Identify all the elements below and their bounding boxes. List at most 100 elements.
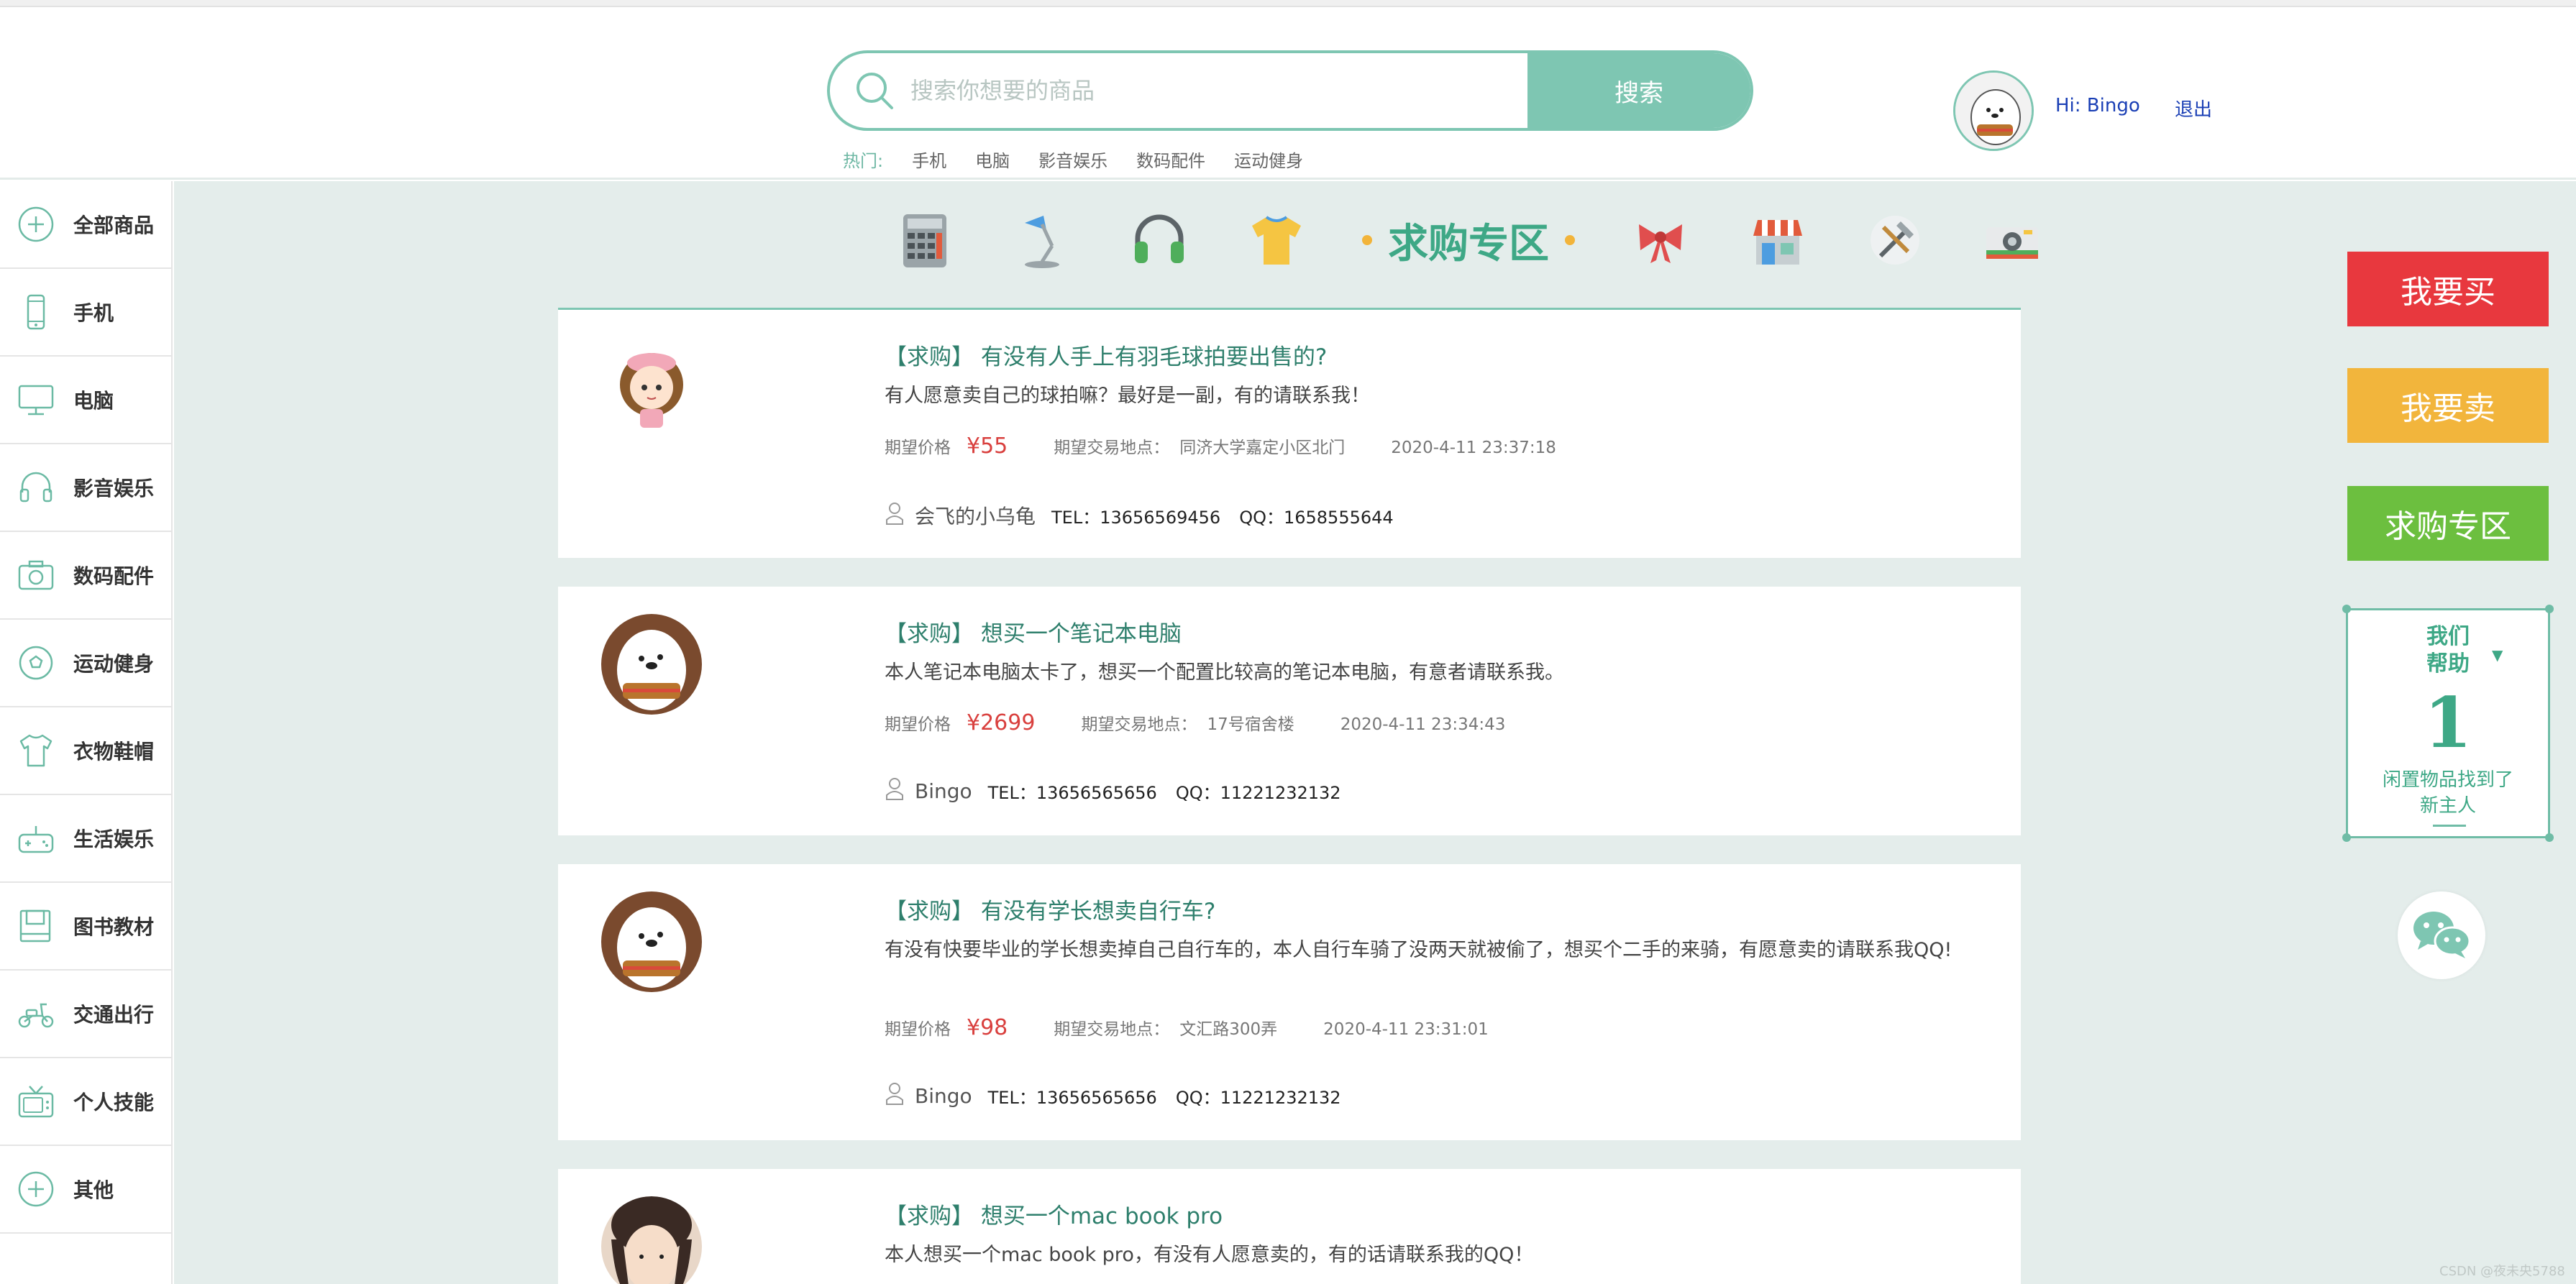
person-icon xyxy=(885,776,905,805)
buy-button[interactable]: 我要买 xyxy=(2347,252,2549,326)
hot-links: 热门: 手机 电脑 影音娱乐 数码配件 运动健身 xyxy=(843,147,1303,172)
sidebar-item-label: 个人技能 xyxy=(73,1091,155,1114)
user-avatar[interactable] xyxy=(1953,70,2034,151)
location-value: 文汇路300弄 xyxy=(1179,1020,1278,1039)
location-label: 期望交易地点： xyxy=(1054,1020,1170,1039)
sidebar-item-label: 衣物鞋帽 xyxy=(73,740,155,763)
poster-name[interactable]: Bingo xyxy=(915,779,972,803)
help-footer: 闲置物品找到了 新主人 xyxy=(2348,767,2548,819)
contact-qq: QQ：11221232132 xyxy=(1175,1087,1341,1108)
search-icon xyxy=(851,68,898,114)
post-title[interactable]: 【求购】 有没有学长想卖自行车? xyxy=(885,893,1215,925)
help-number: 1 xyxy=(2424,682,2472,763)
sidebar-item-label: 数码配件 xyxy=(73,564,155,588)
sidebar-item-label: 生活娱乐 xyxy=(73,827,155,851)
sidebar-item-clothing[interactable]: 衣物鞋帽 xyxy=(0,707,171,795)
contact-tel: TEL：13656565656 xyxy=(987,782,1157,803)
post-title-text: 想买一个mac book pro xyxy=(980,1203,1223,1229)
watermark-text: CSDN @夜未央5788 xyxy=(2439,1264,2565,1279)
request-card[interactable]: 【求购】 想买一个笔记本电脑 本人笔记本电脑太卡了，想买一个配置比较高的笔记本电… xyxy=(558,587,2021,835)
sidebar-item-accessories[interactable]: 数码配件 xyxy=(0,532,171,620)
post-title[interactable]: 【求购】 想买一个mac book pro xyxy=(885,1198,1223,1230)
sidebar-item-books[interactable]: 图书教材 xyxy=(0,883,171,971)
poster-avatar[interactable] xyxy=(601,891,702,992)
help-stat-box: 我们 帮助 ▼ 1 闲置物品找到了 新主人 xyxy=(2342,605,2554,842)
sidebar-item-all[interactable]: 全部商品 xyxy=(0,181,171,269)
poster-name[interactable]: 会飞的小乌龟 xyxy=(915,501,1036,530)
tshirt-icon[interactable] xyxy=(1245,208,1308,272)
hot-link-sports[interactable]: 运动健身 xyxy=(1234,147,1303,172)
help-underline xyxy=(2433,825,2466,827)
poster-avatar[interactable] xyxy=(601,614,702,715)
request-card[interactable]: 【求购】 有没有人手上有羽毛球拍要出售的? 有人愿意卖自己的球拍嘛？最好是一副，… xyxy=(558,308,2021,558)
search-input[interactable] xyxy=(898,53,1527,128)
want-zone-button[interactable]: 求购专区 xyxy=(2347,486,2549,561)
help-title-line2: 帮助 xyxy=(2426,651,2470,677)
calculator-icon[interactable] xyxy=(893,208,956,272)
sidebar-item-sports[interactable]: 运动健身 xyxy=(0,620,171,707)
phone-icon xyxy=(16,292,56,332)
sidebar-item-other[interactable]: 其他 xyxy=(0,1146,171,1234)
sidebar-item-leisure[interactable]: 生活娱乐 xyxy=(0,795,171,883)
price-label: 期望价格 xyxy=(885,715,951,734)
shirt-icon xyxy=(16,730,56,771)
sidebar-item-transport[interactable]: 交通出行 xyxy=(0,971,171,1058)
post-contact: Bingo TEL：13656565656 QQ：11221232132 xyxy=(885,776,1341,805)
contact-qq: QQ：1658555644 xyxy=(1239,507,1394,528)
post-description: 本人笔记本电脑太卡了，想买一个配置比较高的笔记本电脑，有意者请联系我。 xyxy=(885,661,1564,684)
hot-link-phone[interactable]: 手机 xyxy=(912,147,946,172)
hot-link-computer[interactable]: 电脑 xyxy=(975,147,1010,172)
sidebar-item-label: 手机 xyxy=(73,301,114,325)
person-icon xyxy=(885,501,905,530)
corner-dot xyxy=(2342,605,2351,613)
sidebar-item-phone[interactable]: 手机 xyxy=(0,269,171,357)
scooter-icon xyxy=(16,994,56,1034)
hot-link-accessories[interactable]: 数码配件 xyxy=(1136,147,1205,172)
poster-avatar[interactable] xyxy=(601,337,702,438)
poster-avatar[interactable] xyxy=(601,1196,702,1284)
camera-icon xyxy=(16,555,56,595)
logout-link[interactable]: 退出 xyxy=(2175,95,2212,121)
user-greeting: Hi: Bingo xyxy=(2055,95,2140,116)
request-card[interactable]: 【求购】 有没有学长想卖自行车? 有没有快要毕业的学长想卖掉自己自行车的，本人自… xyxy=(558,864,2021,1140)
hot-label: 热门: xyxy=(843,151,884,171)
post-meta: 期望价格 ¥98 期望交易地点： 文汇路300弄 2020-4-11 23:31… xyxy=(885,1015,1489,1040)
bow-icon[interactable] xyxy=(1629,208,1692,272)
headphones-icon[interactable] xyxy=(1128,208,1191,272)
post-title[interactable]: 【求购】 想买一个笔记本电脑 xyxy=(885,615,1182,648)
camera-icon[interactable] xyxy=(1981,208,2044,272)
desk-lamp-icon[interactable] xyxy=(1010,208,1074,272)
sell-button[interactable]: 我要卖 xyxy=(2347,368,2549,443)
post-contact: 会飞的小乌龟 TEL：13656569456 QQ：1658555644 xyxy=(885,501,1394,530)
sidebar-item-media[interactable]: 影音娱乐 xyxy=(0,444,171,532)
search-box: 搜索 xyxy=(827,50,1753,131)
post-title-text: 有没有人手上有羽毛球拍要出售的? xyxy=(980,344,1328,370)
request-list: 【求购】 有没有人手上有羽毛球拍要出售的? 有人愿意卖自己的球拍嘛？最好是一副，… xyxy=(558,308,2021,1284)
banner-title: 求购专区 xyxy=(1362,211,1575,270)
post-tag: 【求购】 xyxy=(885,899,974,925)
wechat-button[interactable] xyxy=(2398,891,2485,979)
help-footer-line1: 闲置物品找到了 xyxy=(2382,769,2513,791)
post-title[interactable]: 【求购】 有没有人手上有羽毛球拍要出售的? xyxy=(885,339,1327,371)
sidebar-item-skills[interactable]: 个人技能 xyxy=(0,1058,171,1146)
post-tag: 【求购】 xyxy=(885,344,974,370)
request-card[interactable]: 【求购】 想买一个mac book pro 本人想买一个mac book pro… xyxy=(558,1169,2021,1284)
sidebar-item-computer[interactable]: 电脑 xyxy=(0,357,171,444)
browser-top-strip xyxy=(0,0,2576,7)
sidebar-item-label: 全部商品 xyxy=(73,214,155,237)
search-button[interactable]: 搜索 xyxy=(1527,53,1750,128)
tv-icon xyxy=(16,1081,56,1122)
category-sidebar: 全部商品 手机 电脑 影音娱乐 数码配件 运动健身 衣物鞋帽 生活娱乐 图书教材… xyxy=(0,181,173,1284)
person-icon xyxy=(885,1081,905,1110)
poster-name[interactable]: Bingo xyxy=(915,1084,972,1108)
ball-icon xyxy=(16,643,56,683)
post-description: 本人想买一个mac book pro，有没有人愿意卖的，有的话请联系我的QQ！ xyxy=(885,1244,1534,1266)
tools-icon[interactable] xyxy=(1863,208,1927,272)
banner-dot-left xyxy=(1362,235,1372,245)
post-description: 有人愿意卖自己的球拍嘛？最好是一副，有的请联系我！ xyxy=(885,385,1370,407)
location-value: 同济大学嘉定小区北门 xyxy=(1179,439,1346,457)
book-icon xyxy=(16,906,56,946)
shop-icon[interactable] xyxy=(1746,208,1809,272)
hot-link-media[interactable]: 影音娱乐 xyxy=(1038,147,1107,172)
banner-title-text: 求购专区 xyxy=(1388,219,1549,267)
